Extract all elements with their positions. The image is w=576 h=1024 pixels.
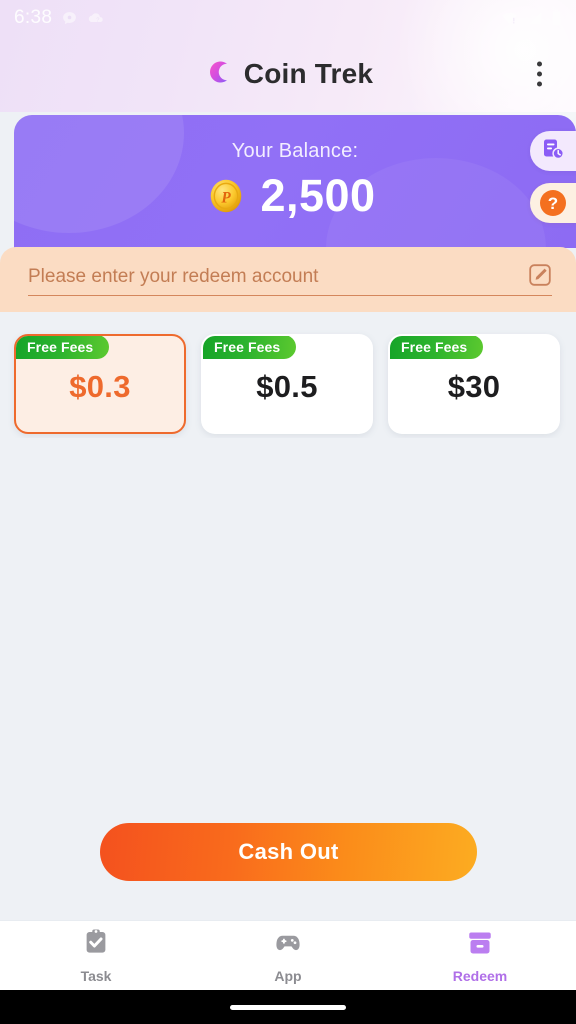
battery-icon [551,9,562,27]
gold-coin-p-icon: P [208,178,244,214]
redeem-account-input[interactable] [28,266,518,288]
amount-value: $30 [447,369,501,404]
nav-label-redeem: Redeem [452,967,508,984]
amount-value: $0.5 [256,369,318,404]
balance-card-content: Your Balance: P 2,500 [14,115,576,248]
balance-card: Your Balance: P 2,500 [14,115,576,248]
redeem-account-panel [0,247,576,312]
app-root: 6:38 ? Coin Trek Your Balance: P 2,500 ?… [0,0,576,1024]
cloud-icon: ? [87,10,104,27]
status-bar-clock: 6:38 [14,7,53,28]
brand: Coin Trek [203,57,373,92]
clipboard-check-icon [81,928,111,963]
status-bar: 6:38 ? [0,0,576,36]
wifi-warning-icon [500,10,519,27]
records-button[interactable] [530,131,576,171]
nav-label-app: App [274,967,302,984]
status-bar-left: 6:38 ? [14,7,104,29]
nav-item-app[interactable]: App [192,928,384,984]
amount-option-card[interactable]: Free Fees $30 [388,334,560,434]
nav-item-task[interactable]: Task [0,928,192,984]
page-title: Coin Trek [243,58,374,89]
gesture-navigation-area [0,990,576,1024]
records-history-icon [541,137,565,166]
free-fees-badge: Free Fees [203,336,297,360]
amount-option-card[interactable]: Free Fees $0.5 [201,334,373,434]
amount-value: $0.3 [69,369,131,404]
cellular-signal-icon [526,10,544,27]
question-mark-icon: ? [540,190,566,216]
cash-out-button[interactable]: Cash Out [100,823,477,881]
bottom-navigation: Task App Redeem [0,920,576,990]
home-indicator[interactable] [230,1004,346,1010]
nav-item-redeem[interactable]: Redeem [384,928,576,984]
chat-bubble-icon [61,10,78,27]
svg-text:P: P [222,189,232,206]
free-fees-badge: Free Fees [390,336,484,360]
free-fees-badge: Free Fees [16,336,110,360]
help-button[interactable]: ? [530,183,576,223]
redeem-card-icon [465,928,495,963]
nav-label-task: Task [80,967,112,984]
balance-label: Your Balance: [231,140,359,162]
gamepad-icon [273,928,303,963]
status-bar-right [500,9,562,27]
app-bar: Coin Trek [0,36,576,112]
redeem-account-field-wrapper [28,263,552,296]
balance-row: P 2,500 [208,173,375,218]
amount-options-row[interactable]: Free Fees $0.3 Free Fees $0.5 Free Fees … [0,330,576,438]
overflow-menu-icon[interactable] [529,56,550,93]
balance-amount: 2,500 [260,170,376,221]
coin-trek-logo-icon [203,57,233,92]
amount-option-card[interactable]: Free Fees $0.3 [14,334,186,434]
edit-pencil-icon[interactable] [518,263,552,288]
svg-text:?: ? [96,17,99,23]
